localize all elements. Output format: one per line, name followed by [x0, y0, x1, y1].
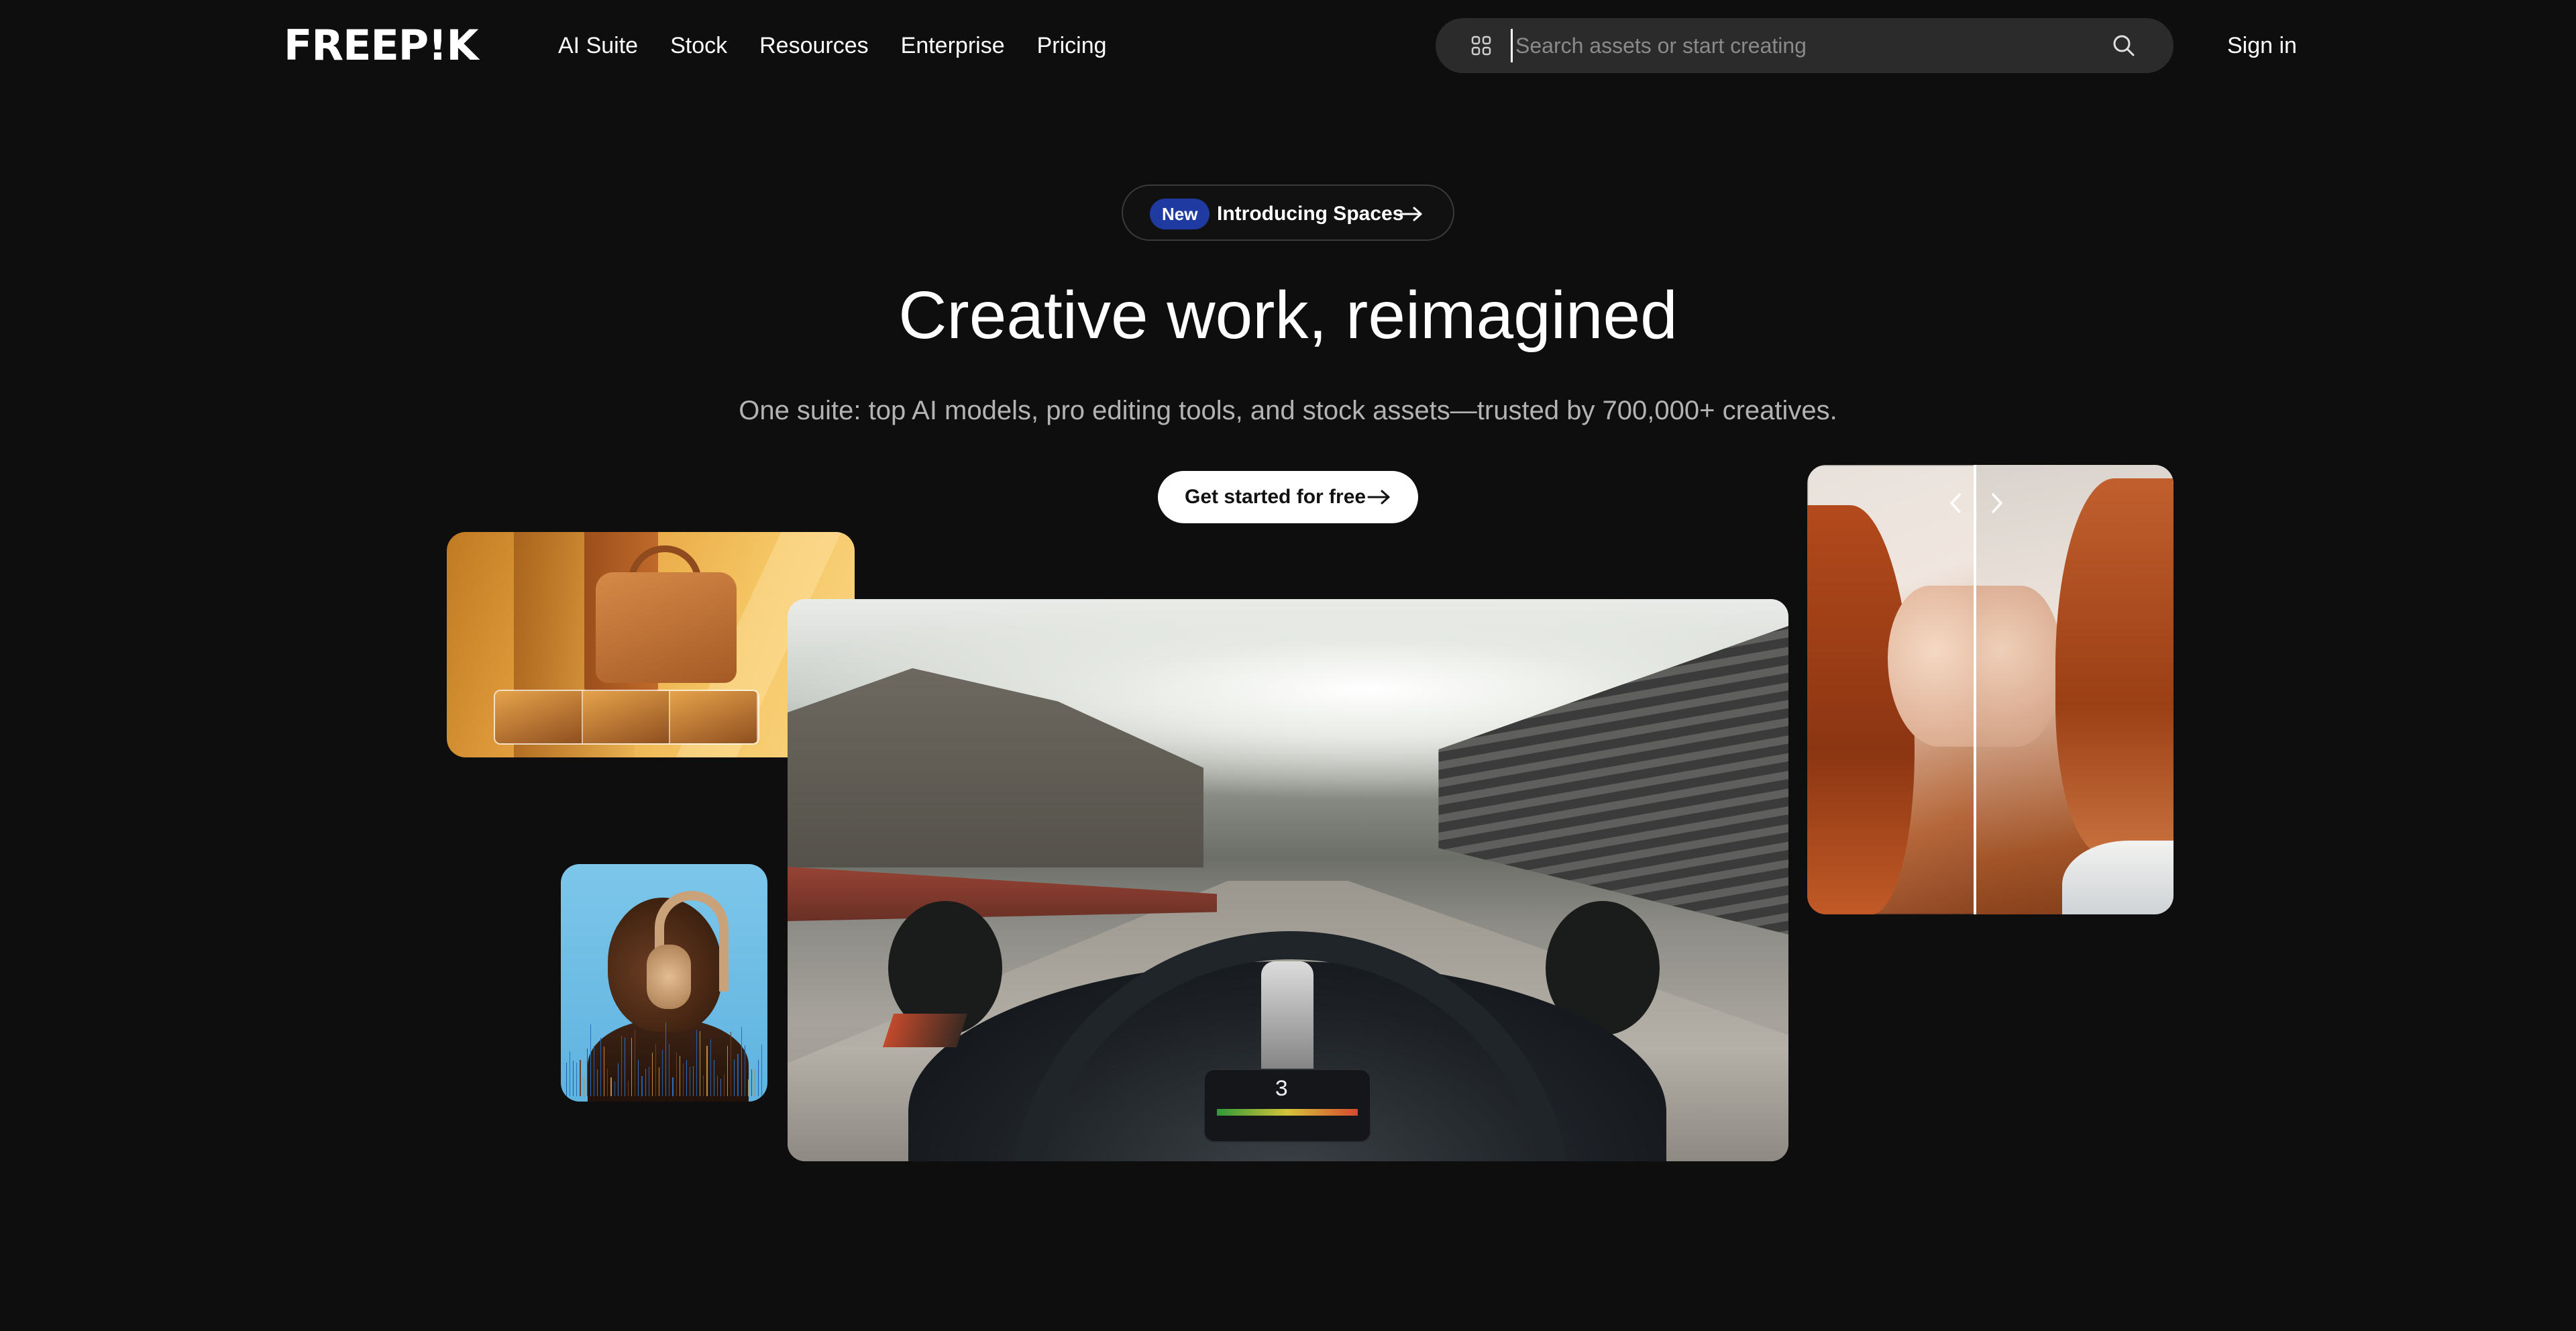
- track-barrier: [788, 867, 1217, 921]
- waveform-bar: [703, 1075, 704, 1096]
- gear-indicator: 3: [1275, 1077, 1289, 1103]
- search-input[interactable]: [1511, 29, 2101, 62]
- waveform-bar: [566, 1063, 568, 1096]
- variation-thumbnails: [494, 690, 759, 745]
- search-bar: [1436, 18, 2174, 73]
- sign-in-link[interactable]: Sign in: [2227, 27, 2297, 64]
- waveform-bar: [727, 1046, 729, 1096]
- grid-icon[interactable]: [1470, 35, 1492, 56]
- waveform-bar: [645, 1069, 646, 1096]
- waveform-bar: [761, 1045, 763, 1096]
- waveform-bar: [600, 1038, 602, 1096]
- waveform-bar: [747, 1079, 749, 1096]
- waveform-bar: [665, 1022, 667, 1096]
- waveform-bar: [573, 1061, 574, 1096]
- get-started-button[interactable]: Get started for free: [1158, 471, 1418, 523]
- search-icon[interactable]: [2110, 32, 2137, 59]
- waveform-bar: [741, 1027, 742, 1096]
- thumbnail: [670, 691, 758, 743]
- hero-subtitle: One suite: top AI models, pro editing to…: [739, 396, 1837, 425]
- hair-right: [2055, 478, 2174, 854]
- announcement-text: Introducing Spaces: [1217, 203, 1404, 225]
- mirror-light: [882, 1014, 968, 1047]
- thumbnail: [582, 691, 671, 743]
- rev-lights: [1217, 1109, 1358, 1116]
- thumbnail: [495, 691, 583, 743]
- waveform-bar: [716, 1075, 718, 1096]
- nav-enterprise[interactable]: Enterprise: [901, 27, 1005, 64]
- top-header: FREEP!K AI Suite Stock Resources Enterpr…: [0, 0, 2576, 91]
- waveform-bar: [751, 1069, 753, 1096]
- waveform-bar: [734, 1059, 735, 1096]
- get-started-label: Get started for free: [1185, 486, 1366, 508]
- hero-title: Creative work, reimagined: [898, 278, 1678, 353]
- waveform-bar: [614, 1081, 615, 1096]
- waveform-bar: [682, 1063, 684, 1096]
- waveform-bar: [710, 1039, 711, 1096]
- leather-bag: [596, 572, 737, 683]
- nav-resources[interactable]: Resources: [759, 27, 869, 64]
- waveform-bar: [596, 1069, 598, 1096]
- waveform-bar: [662, 1050, 663, 1096]
- waveform-bar: [617, 1063, 619, 1096]
- racing-video-card[interactable]: 3: [788, 599, 1788, 1161]
- waveform-bar: [631, 1038, 633, 1096]
- waveform-bar: [696, 1030, 698, 1096]
- arrow-right-icon: [1367, 488, 1391, 510]
- nav-ai-suite[interactable]: AI Suite: [558, 27, 638, 64]
- audio-image-card[interactable]: [561, 864, 767, 1102]
- waveform-bar: [586, 1049, 588, 1096]
- waveform-bar: [590, 1024, 591, 1096]
- waveform-bar: [607, 1069, 608, 1096]
- page: FREEP!K AI Suite Stock Resources Enterpr…: [0, 0, 2576, 1331]
- announcement-pill[interactable]: New Introducing Spaces: [1122, 184, 1454, 241]
- waveform-bar: [610, 1077, 612, 1096]
- waveform-bar: [676, 1052, 677, 1096]
- waveform-bar: [621, 1036, 622, 1096]
- main-nav: AI Suite Stock Resources Enterprise Pric…: [558, 27, 1107, 64]
- comparison-slider-handle[interactable]: [1974, 465, 1976, 914]
- ear-cup: [647, 945, 691, 1009]
- arrow-right-icon: [1399, 205, 1424, 227]
- waveform-bar: [655, 1044, 656, 1096]
- waveform-bar: [672, 1077, 674, 1096]
- waveform-bar: [758, 1060, 759, 1096]
- freepik-logo[interactable]: FREEP!K: [284, 20, 479, 71]
- waveform-bar: [651, 1053, 653, 1096]
- waveform-bar: [720, 1079, 722, 1096]
- before-after-card[interactable]: [1807, 465, 2174, 914]
- waveform-bar: [576, 1063, 578, 1096]
- audio-waveform: [566, 1016, 763, 1096]
- waveform-bar: [638, 1060, 639, 1096]
- chevron-left-icon[interactable]: [1947, 492, 1966, 518]
- new-badge: New: [1150, 199, 1210, 229]
- nav-pricing[interactable]: Pricing: [1037, 27, 1107, 64]
- waveform-bar: [706, 1046, 708, 1096]
- waveform-bar: [693, 1066, 694, 1096]
- car-nose: [1261, 961, 1313, 1075]
- waveform-bar: [737, 1054, 739, 1096]
- chevron-right-icon[interactable]: [1987, 492, 2006, 518]
- waveform-bar: [686, 1060, 687, 1096]
- nav-stock[interactable]: Stock: [670, 27, 727, 64]
- waveform-bar: [627, 1081, 629, 1096]
- waveform-bar: [641, 1076, 643, 1096]
